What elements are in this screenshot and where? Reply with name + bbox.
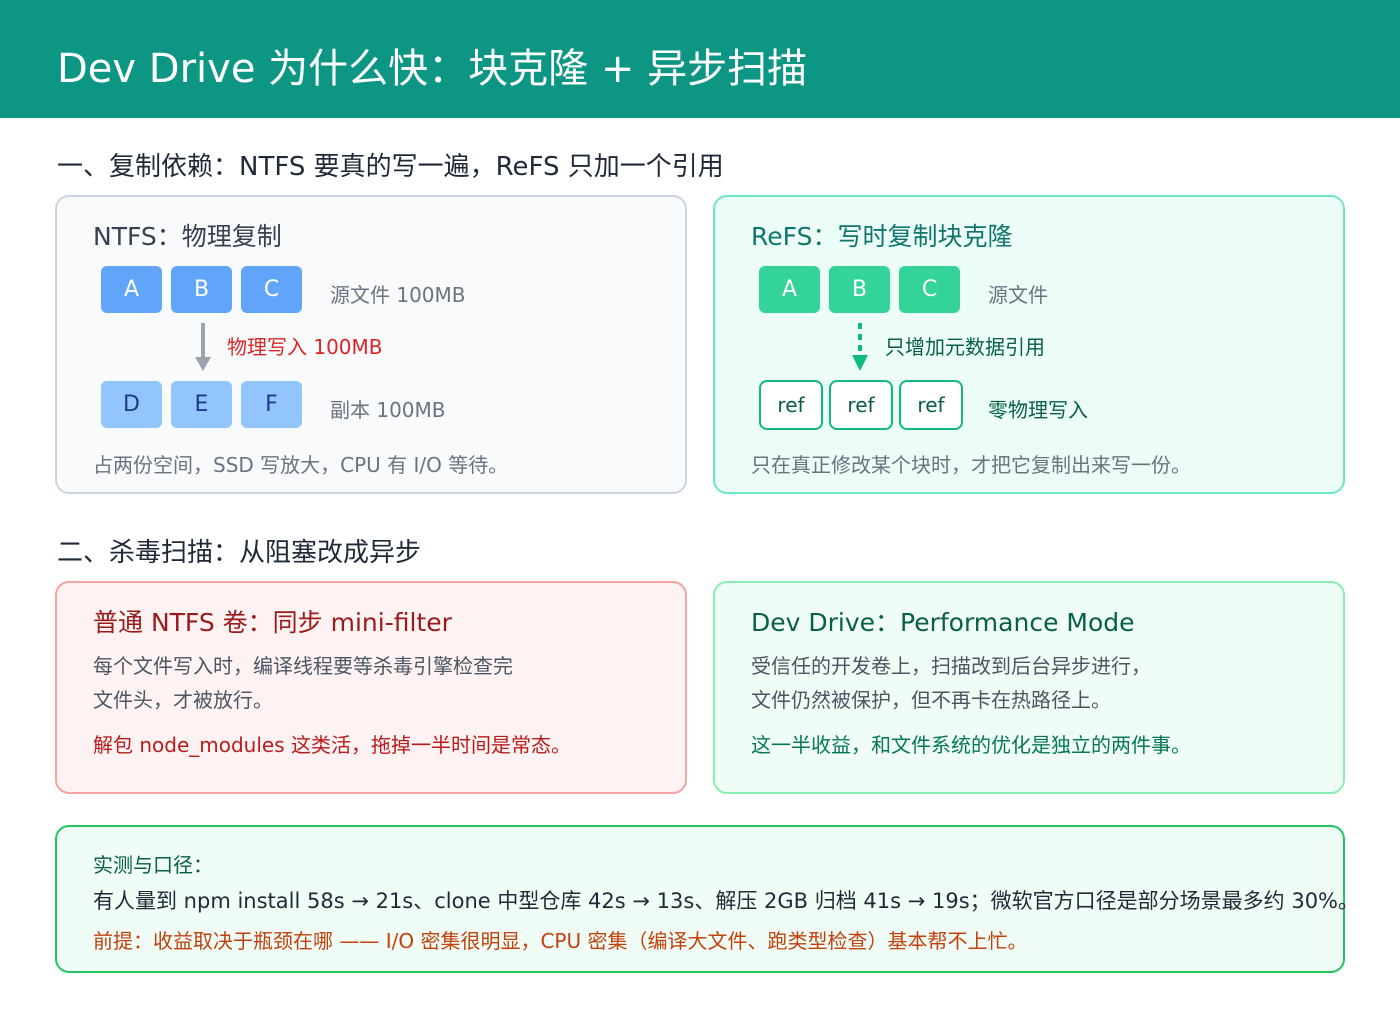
refs-source-block-b: B	[829, 266, 890, 313]
ntfs-card: NTFS：物理复制 A B C 源文件 100MB 物理写入 100MB D E…	[55, 195, 687, 494]
normal-emphasis: 解包 node_modules 这类活，拖掉一半时间是常态。	[93, 733, 571, 757]
measurement-card: 实测与口径： 有人量到 npm install 58s → 21s、clone …	[55, 825, 1359, 973]
ntfs-card-title: NTFS：物理复制	[93, 222, 282, 251]
ref-block-3: ref	[899, 380, 963, 430]
source-block-b: B	[171, 266, 232, 313]
normal-ntfs-card: 普通 NTFS 卷：同步 mini-filter 每个文件写入时，编译线程要等杀…	[55, 581, 687, 794]
down-arrow-icon	[195, 323, 211, 371]
section-title-scan: 二、杀毒扫描：从阻塞改成异步	[57, 538, 422, 568]
refs-note: 只在真正修改某个块时，才把它复制出来写一份。	[751, 453, 1191, 477]
ntfs-copy-label: 副本 100MB	[330, 398, 446, 422]
ref-block-2: ref	[829, 380, 893, 430]
refs-source-label: 源文件	[988, 283, 1048, 307]
dashed-down-arrow-icon	[852, 323, 868, 371]
devdrive-card-title: Dev Drive：Performance Mode	[751, 608, 1135, 637]
copy-block-e: E	[171, 381, 232, 428]
refs-source-block-a: A	[759, 266, 820, 313]
measurement-caveat: 前提：收益取决于瓶颈在哪 —— I/O 密集很明显，CPU 密集（编译大文件、跑…	[93, 929, 1028, 953]
source-block-c: C	[241, 266, 302, 313]
measurement-results: 有人量到 npm install 58s → 21s、clone 中型仓库 42…	[93, 889, 1360, 913]
refs-ref-label: 零物理写入	[988, 398, 1088, 422]
refs-card-title: ReFS：写时复制块克隆	[751, 222, 1013, 251]
ntfs-arrow-label: 物理写入 100MB	[227, 335, 383, 359]
refs-card: ReFS：写时复制块克隆 A B C 源文件 只增加元数据引用 ref ref …	[713, 195, 1345, 494]
page-title: Dev Drive 为什么快：块克隆 + 异步扫描	[57, 46, 808, 92]
header-bar: Dev Drive 为什么快：块克隆 + 异步扫描	[0, 0, 1400, 118]
measurement-title: 实测与口径：	[93, 853, 213, 877]
source-block-a: A	[101, 266, 162, 313]
section-title-copy: 一、复制依赖：NTFS 要真的写一遍，ReFS 只加一个引用	[57, 152, 724, 182]
devdrive-line-1: 受信任的开发卷上，扫描改到后台异步进行，	[751, 654, 1151, 678]
copy-block-f: F	[241, 381, 302, 428]
normal-line-1: 每个文件写入时，编译线程要等杀毒引擎检查完	[93, 654, 513, 678]
refs-arrow-label: 只增加元数据引用	[885, 335, 1045, 359]
devdrive-emphasis: 这一半收益，和文件系统的优化是独立的两件事。	[751, 733, 1191, 757]
ntfs-source-label: 源文件 100MB	[330, 283, 466, 307]
devdrive-card: Dev Drive：Performance Mode 受信任的开发卷上，扫描改到…	[713, 581, 1345, 794]
refs-source-block-c: C	[899, 266, 960, 313]
devdrive-line-2: 文件仍然被保护，但不再卡在热路径上。	[751, 688, 1111, 712]
copy-block-d: D	[101, 381, 162, 428]
normal-card-title: 普通 NTFS 卷：同步 mini-filter	[93, 608, 452, 637]
ntfs-note: 占两份空间，SSD 写放大，CPU 有 I/O 等待。	[93, 453, 509, 477]
normal-line-2: 文件头，才被放行。	[93, 688, 273, 712]
ref-block-1: ref	[759, 380, 823, 430]
